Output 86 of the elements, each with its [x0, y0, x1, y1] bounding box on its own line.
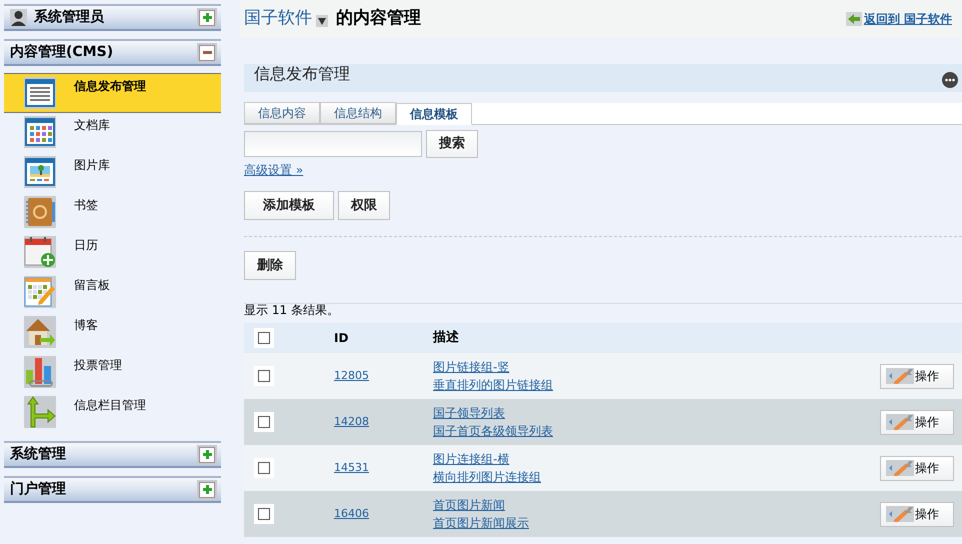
actions-menu-button[interactable]: 操作 [880, 456, 954, 480]
nav-item[interactable]: 图片库 [4, 153, 221, 193]
nav-label: 留言板 [74, 277, 110, 294]
checkbox[interactable] [254, 366, 274, 386]
calendar-add-icon [24, 236, 56, 268]
search-field[interactable] [244, 131, 422, 157]
delete-button[interactable]: 删除 [244, 251, 296, 280]
actions-menu-button[interactable]: 操作 [880, 410, 954, 434]
more-options-icon[interactable] [942, 72, 958, 88]
nav-label: 文档库 [74, 117, 110, 134]
tab[interactable]: 信息模板 [396, 103, 472, 125]
checkbox[interactable] [254, 504, 274, 524]
nav-label: 书签 [74, 197, 98, 214]
nav-label: 图片库 [74, 157, 110, 174]
tab[interactable]: 信息结构 [320, 102, 396, 124]
wrench-icon [886, 506, 914, 522]
name-link[interactable]: 国子领导列表 [433, 404, 505, 422]
section-header[interactable]: 系统管理员 [4, 4, 221, 31]
nav-item[interactable]: 留言板 [4, 273, 221, 313]
nav-label: 日历 [74, 237, 98, 254]
description-link[interactable]: 首页图片新闻展示 [433, 514, 529, 532]
plus-icon [202, 450, 212, 459]
branch-arrow-icon [24, 396, 56, 428]
section-title: 系统管理 [10, 445, 67, 464]
actions-menu-button[interactable]: 操作 [880, 502, 954, 526]
column-header: 描述 [433, 329, 459, 348]
tab[interactable]: 信息内容 [244, 102, 320, 124]
image-icon [24, 156, 56, 188]
list-document-icon [24, 77, 56, 109]
site-link[interactable]: 国子软件 [244, 6, 312, 32]
description-link[interactable]: 垂直排列的图片链接组 [433, 376, 553, 394]
wrench-icon [886, 368, 914, 384]
section-header[interactable]: 门户管理 [4, 476, 221, 503]
checkbox[interactable] [254, 458, 274, 478]
nav-label: 博客 [74, 317, 98, 334]
result-summary: 显示 11 条结果。 [244, 302, 340, 319]
plus-icon [202, 13, 212, 22]
action-button[interactable]: 添加模板 [244, 191, 334, 220]
actions-menu-button[interactable]: 操作 [880, 364, 954, 388]
collapse-button[interactable] [197, 42, 217, 62]
description-link[interactable]: 横向排列图片连接组 [433, 468, 541, 486]
id-link[interactable]: 14208 [334, 414, 433, 430]
expand-button[interactable] [197, 8, 217, 28]
wrench-icon [886, 414, 914, 430]
description-link[interactable]: 国子首页各级领导列表 [433, 422, 553, 440]
address-book-icon [24, 196, 56, 228]
user-icon [10, 9, 27, 26]
expand-button[interactable] [197, 480, 217, 500]
name-link[interactable]: 图片链接组-竖 [433, 358, 510, 376]
nav-item[interactable]: 投票管理 [4, 353, 221, 393]
nav-item[interactable]: 日历 [4, 233, 221, 273]
nav-label: 投票管理 [74, 357, 122, 374]
section-title: 门户管理 [10, 480, 67, 499]
id-link[interactable]: 16406 [334, 506, 433, 522]
section-header[interactable]: 内容管理(CMS) [4, 39, 221, 66]
nav-item[interactable]: 信息栏目管理 [4, 393, 221, 433]
column-header: ID [334, 330, 350, 347]
section-title: 系统管理员 [34, 8, 105, 27]
id-link[interactable]: 12805 [334, 368, 433, 384]
name-link[interactable]: 图片连接组-横 [433, 450, 510, 468]
nav-item[interactable]: 信息发布管理 [4, 73, 221, 113]
house-icon [24, 316, 56, 348]
id-link[interactable]: 14531 [334, 460, 433, 476]
nav-label: 信息栏目管理 [74, 397, 146, 414]
back-link[interactable]: 返回到 国子软件 [864, 10, 952, 28]
checkbox[interactable] [254, 412, 274, 432]
expand-button[interactable] [197, 444, 217, 464]
advanced-settings-link[interactable]: 高级设置 » [244, 161, 304, 179]
search-button[interactable]: 搜索 [426, 130, 478, 158]
nav-item[interactable]: 文档库 [4, 113, 221, 153]
plus-icon [202, 485, 212, 494]
back-arrow-icon [846, 12, 862, 26]
nav-item[interactable]: 书签 [4, 193, 221, 233]
page-title: 的内容管理 [336, 7, 422, 30]
nav-item[interactable]: 博客 [4, 313, 221, 353]
section-title: 内容管理(CMS) [10, 42, 114, 62]
checkbox[interactable] [254, 328, 274, 348]
grid-pencil-icon [24, 276, 56, 308]
portlet-title: 信息发布管理 [254, 63, 350, 85]
name-link[interactable]: 首页图片新闻 [433, 496, 505, 514]
grid-icon [24, 116, 56, 148]
wrench-icon [886, 460, 914, 476]
dropdown-caret-icon[interactable] [316, 14, 328, 26]
nav-label: 信息发布管理 [74, 78, 146, 95]
action-button[interactable]: 权限 [338, 191, 390, 220]
section-header[interactable]: 系统管理 [4, 441, 221, 468]
